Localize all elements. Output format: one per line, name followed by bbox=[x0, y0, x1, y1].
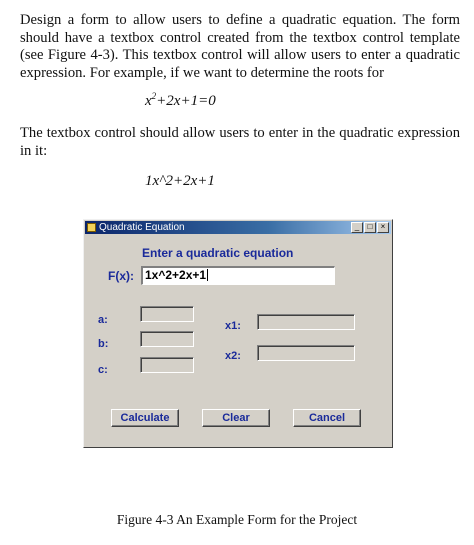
minimize-icon[interactable]: _ bbox=[351, 222, 363, 233]
x1-field[interactable] bbox=[257, 314, 355, 330]
window-controls: _ □ × bbox=[350, 222, 389, 235]
app-icon bbox=[87, 223, 96, 232]
eq-base: x bbox=[145, 93, 152, 109]
close-icon[interactable]: × bbox=[377, 222, 389, 233]
window-titlebar[interactable]: Quadratic Equation _ □ × bbox=[85, 221, 391, 234]
c-field[interactable] bbox=[140, 357, 194, 373]
example-equation: x2+2x+1=0 bbox=[145, 91, 216, 110]
maximize-icon[interactable]: □ bbox=[364, 222, 376, 233]
eq-rest: +2x+1=0 bbox=[156, 93, 216, 109]
x2-label: x2: bbox=[225, 350, 241, 362]
x2-field[interactable] bbox=[257, 345, 355, 361]
b-field[interactable] bbox=[140, 331, 194, 347]
fx-input-value: 1x^2+2x+1 bbox=[145, 268, 207, 282]
a-field[interactable] bbox=[140, 306, 194, 322]
b-label: b: bbox=[98, 338, 109, 350]
text-caret bbox=[207, 269, 209, 281]
quadratic-equation-window: Quadratic Equation _ □ × Enter a quadratic… bbox=[83, 219, 393, 448]
window-title: Quadratic Equation bbox=[99, 222, 185, 233]
textbox-paragraph: The textbox control should allow users t… bbox=[20, 125, 460, 159]
intro-paragraph: Design a form to allow users to define a… bbox=[20, 12, 460, 81]
x1-label: x1: bbox=[225, 320, 241, 332]
fx-input[interactable]: 1x^2+2x+1 bbox=[141, 266, 335, 285]
figure-caption: Figure 4-3 An Example Form for the Proje… bbox=[116, 512, 358, 527]
fx-label: F(x): bbox=[108, 269, 134, 283]
clear-button[interactable]: Clear bbox=[202, 409, 270, 427]
example-expression: 1x^2+2x+1 bbox=[145, 173, 215, 189]
calculate-button[interactable]: Calculate bbox=[111, 409, 179, 427]
a-label: a: bbox=[98, 314, 108, 326]
c-label: c: bbox=[98, 364, 108, 376]
form-heading: Enter a quadratic equation bbox=[142, 246, 294, 260]
cancel-button[interactable]: Cancel bbox=[293, 409, 361, 427]
